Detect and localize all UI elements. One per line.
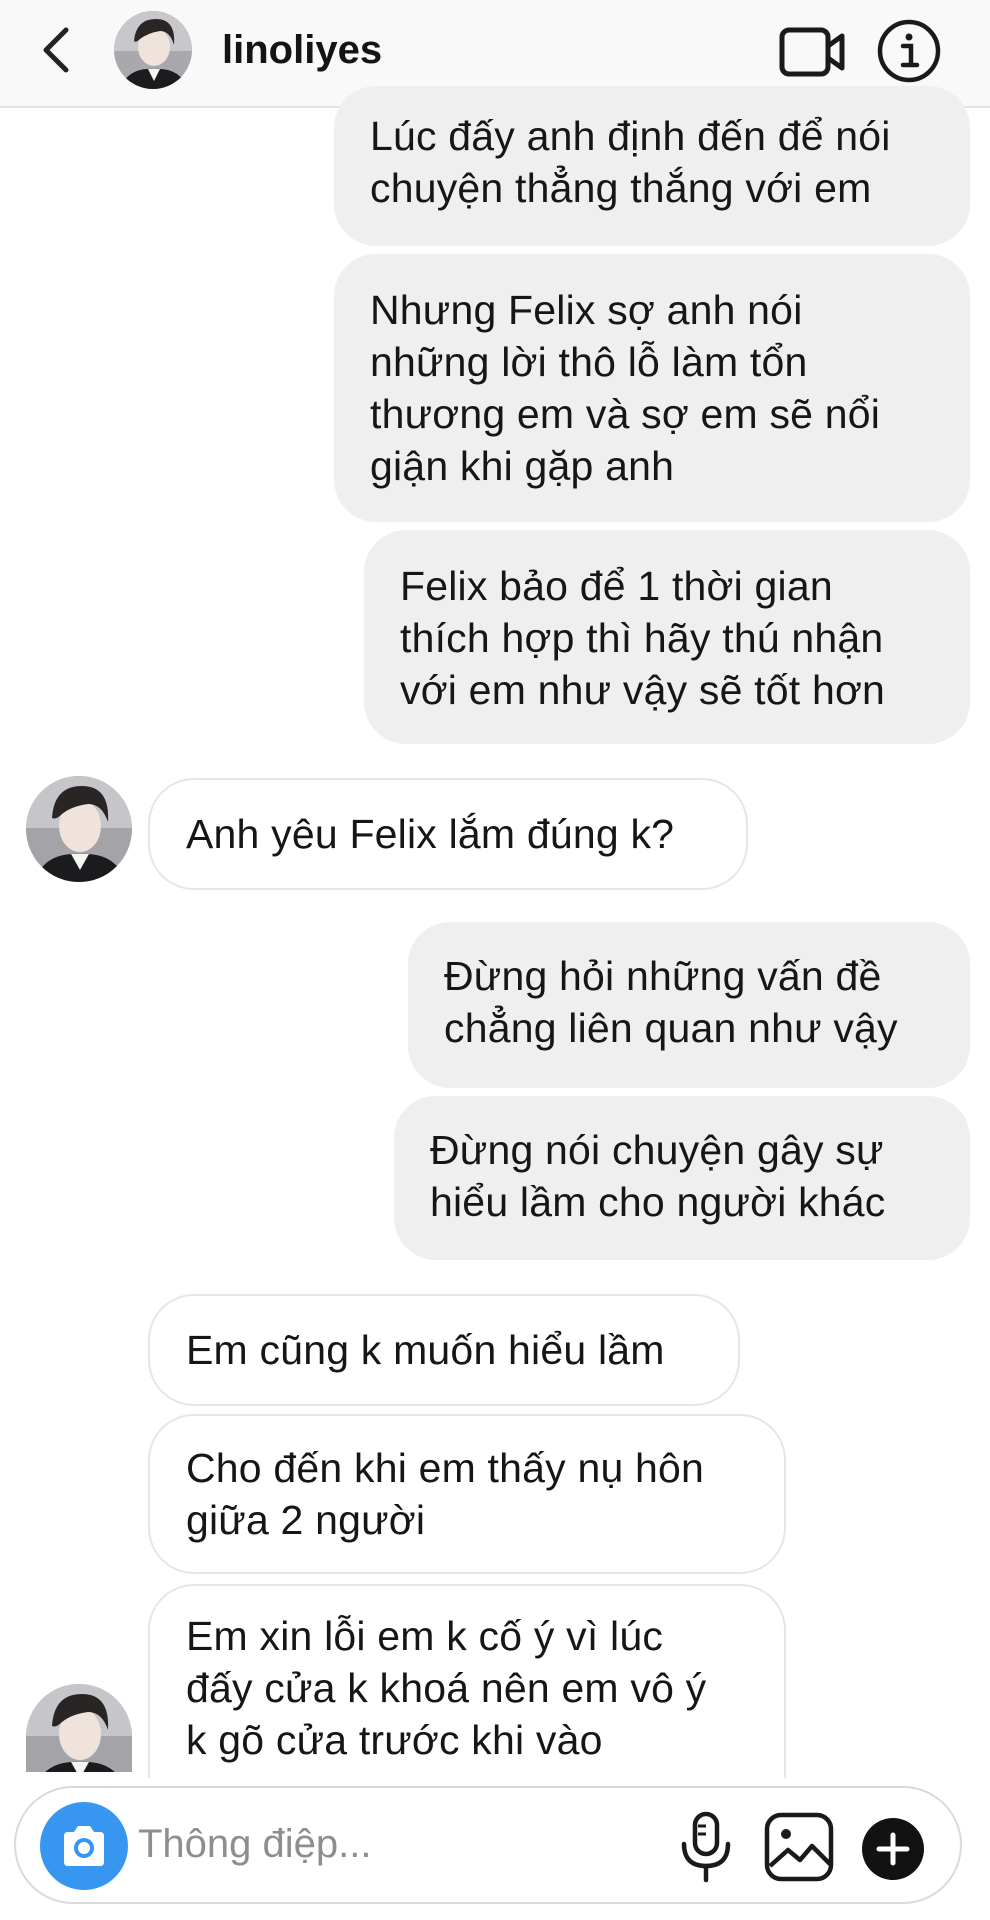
voice-message-button[interactable] [676, 1808, 736, 1888]
outgoing-message[interactable]: Nhưng Felix sợ anh nói những lời thô lỗ … [334, 254, 970, 522]
camera-button[interactable] [40, 1802, 128, 1890]
chevron-left-icon [43, 27, 69, 73]
gallery-button[interactable] [762, 1810, 836, 1884]
outgoing-message[interactable]: Đừng hỏi những vấn đề chẳng liên quan nh… [408, 922, 970, 1088]
incoming-message[interactable]: Em xin lỗi em k cố ý vì lúc đấy cửa k kh… [148, 1584, 786, 1778]
microphone-icon [681, 1811, 731, 1883]
camera-icon [64, 1826, 104, 1866]
contact-avatar[interactable] [26, 1684, 132, 1772]
message-composer: Thông điệp... [14, 1786, 962, 1904]
video-call-button[interactable] [778, 20, 848, 84]
info-icon [877, 19, 941, 83]
more-options-button[interactable] [862, 1818, 924, 1880]
contact-avatar[interactable] [26, 776, 132, 882]
plus-icon [862, 1818, 924, 1880]
chat-username[interactable]: linoliyes [222, 22, 382, 78]
incoming-message[interactable]: Cho đến khi em thấy nụ hôn giữa 2 người [148, 1414, 786, 1574]
video-camera-icon [779, 27, 845, 77]
incoming-message[interactable]: Em cũng k muốn hiểu lầm [148, 1294, 740, 1406]
outgoing-message[interactable]: Felix bảo để 1 thời gian thích hợp thì h… [364, 530, 970, 744]
outgoing-message[interactable]: Lúc đấy anh định đến để nói chuyện thẳng… [334, 86, 970, 246]
message-input[interactable]: Thông điệp... [138, 1816, 372, 1872]
back-button[interactable] [38, 22, 78, 78]
gallery-icon [764, 1812, 834, 1882]
outgoing-message[interactable]: Đừng nói chuyện gây sự hiểu lầm cho ngườ… [394, 1096, 970, 1260]
incoming-message[interactable]: Anh yêu Felix lắm đúng k? [148, 778, 748, 890]
info-button[interactable] [876, 18, 942, 84]
header-avatar[interactable] [114, 11, 192, 89]
